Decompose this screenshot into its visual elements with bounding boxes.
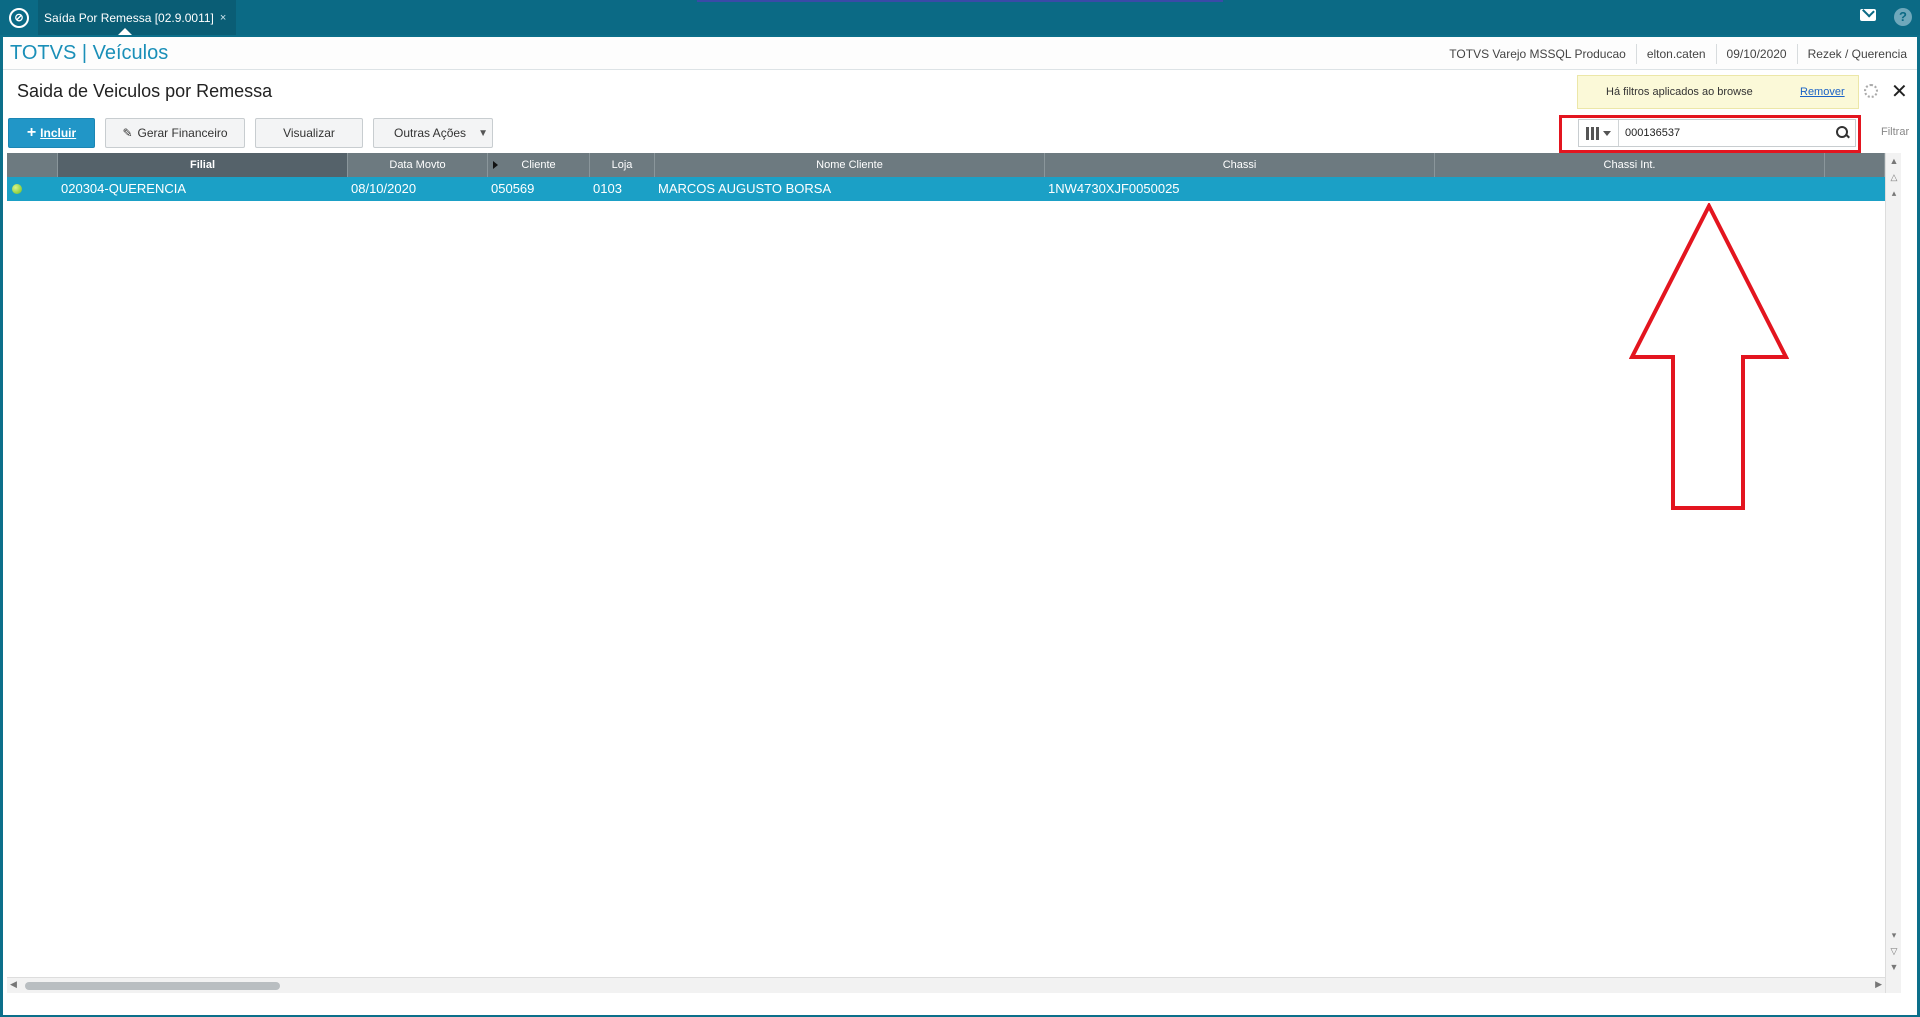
pencil-icon: ✎ [122,126,133,140]
cell-chassi-int [1435,177,1825,201]
header-chassi-int[interactable]: Chassi Int. [1435,153,1825,177]
header-loja[interactable]: Loja [590,153,655,177]
scroll-top-icon[interactable]: ▲ [1886,153,1902,169]
cell-cliente: 050569 [491,181,535,196]
table-row[interactable]: 020304-QUERENCIA 08/10/2020 050569 0103 … [7,177,1885,201]
active-tab-caret-icon [118,28,132,35]
scroll-page-up-icon[interactable]: △ [1886,169,1902,185]
close-icon[interactable]: ✕ [1891,79,1908,104]
tab-close-icon[interactable]: × [220,1,226,35]
totvs-logo-icon[interactable]: ⊘ [9,8,29,28]
header-cliente-label: Cliente [521,159,556,171]
gerar-financeiro-label: Gerar Financeiro [137,126,228,140]
company-label: Rezek / Querencia [1796,43,1917,64]
search-input[interactable] [1619,121,1831,145]
header-nome-cliente[interactable]: Nome Cliente [655,153,1045,177]
brand-bar: TOTVS | Veículos TOTVS Varejo MSSQL Prod… [3,37,1917,70]
filter-notice-message: Há filtros aplicados ao browse [1606,86,1753,98]
scroll-page-down-icon[interactable]: ▽ [1886,943,1902,959]
filter-notice: Há filtros aplicados ao browse Remover [1577,75,1859,109]
user-label: elton.caten [1635,43,1716,64]
header-chassi[interactable]: Chassi [1045,153,1435,177]
columns-icon [1586,126,1599,140]
top-divider [697,0,1223,2]
filtrar-link[interactable]: Filtrar [1881,126,1909,138]
visualizar-label: Visualizar [283,126,335,140]
toolbar: + Incluir ✎ Gerar Financeiro Visualizar … [8,118,493,148]
dropdown-caret-icon: ▼ [478,127,488,139]
cell-filler [1825,177,1885,201]
incluir-button[interactable]: + Incluir [8,118,95,148]
app-brand: TOTVS | Veículos [10,42,169,64]
cell-filial: 020304-QUERENCIA [61,181,186,196]
gerar-financeiro-button[interactable]: ✎ Gerar Financeiro [105,118,245,148]
search-box [1578,119,1856,147]
header-filler [1825,153,1885,177]
header-filial[interactable]: Filial [58,153,348,177]
status-green-icon [12,184,22,194]
page-title: Saida de Veiculos por Remessa [17,81,273,101]
browse-grid: Filial Data Movto Cliente Loja Nome Clie… [7,153,1901,993]
horizontal-scrollbar[interactable]: ◀ ▶ [7,977,1885,993]
main-panel: TOTVS | Veículos TOTVS Varejo MSSQL Prod… [3,37,1917,1015]
cell-data-movto: 08/10/2020 [351,181,417,196]
header-status[interactable] [7,153,58,177]
remove-filter-link[interactable]: Remover [1800,86,1845,98]
column-marker-icon [493,161,498,169]
outras-acoes-button[interactable]: Outras Ações ▼ [373,118,493,148]
vertical-scrollbar[interactable]: ▲ △ ▴ ▾ ▽ ▼ [1885,153,1901,993]
mail-icon[interactable] [1860,9,1876,21]
visualizar-button[interactable]: Visualizar [255,118,363,148]
scroll-right-icon[interactable]: ▶ [1875,979,1882,990]
cell-loja: 0103 [593,181,622,196]
horizontal-scroll-thumb[interactable] [25,982,280,990]
cell-chassi: 1NW4730XJF0050025 [1048,181,1180,196]
title-bar: ⊘ Saída Por Remessa [02.9.0011] × ? [0,0,1920,35]
header-cliente[interactable]: Cliente [488,153,590,177]
gear-icon[interactable] [1864,84,1878,98]
help-icon[interactable]: ? [1894,8,1912,26]
scroll-down-icon[interactable]: ▾ [1886,927,1902,943]
scroll-up-icon[interactable]: ▴ [1886,185,1902,201]
header-data-movto[interactable]: Data Movto [348,153,488,177]
tab-saida-por-remessa[interactable]: Saída Por Remessa [02.9.0011] × [38,0,237,35]
incluir-label: Incluir [40,126,77,140]
row-status-cell [7,177,58,201]
cell-nome-cliente: MARCOS AUGUSTO BORSA [658,181,832,196]
session-info: TOTVS Varejo MSSQL Producao elton.caten … [1439,37,1917,70]
environment-label: TOTVS Varejo MSSQL Producao [1449,46,1626,61]
chevron-down-icon [1603,130,1611,136]
grid-header: Filial Data Movto Cliente Loja Nome Clie… [7,153,1885,177]
date-label: 09/10/2020 [1715,43,1797,64]
scroll-bottom-icon[interactable]: ▼ [1886,959,1902,975]
search-icon[interactable] [1831,121,1855,145]
plus-icon: + [26,124,37,141]
outras-acoes-label: Outras Ações [394,126,467,140]
column-picker-button[interactable] [1579,120,1619,146]
scroll-left-icon[interactable]: ◀ [10,979,17,990]
